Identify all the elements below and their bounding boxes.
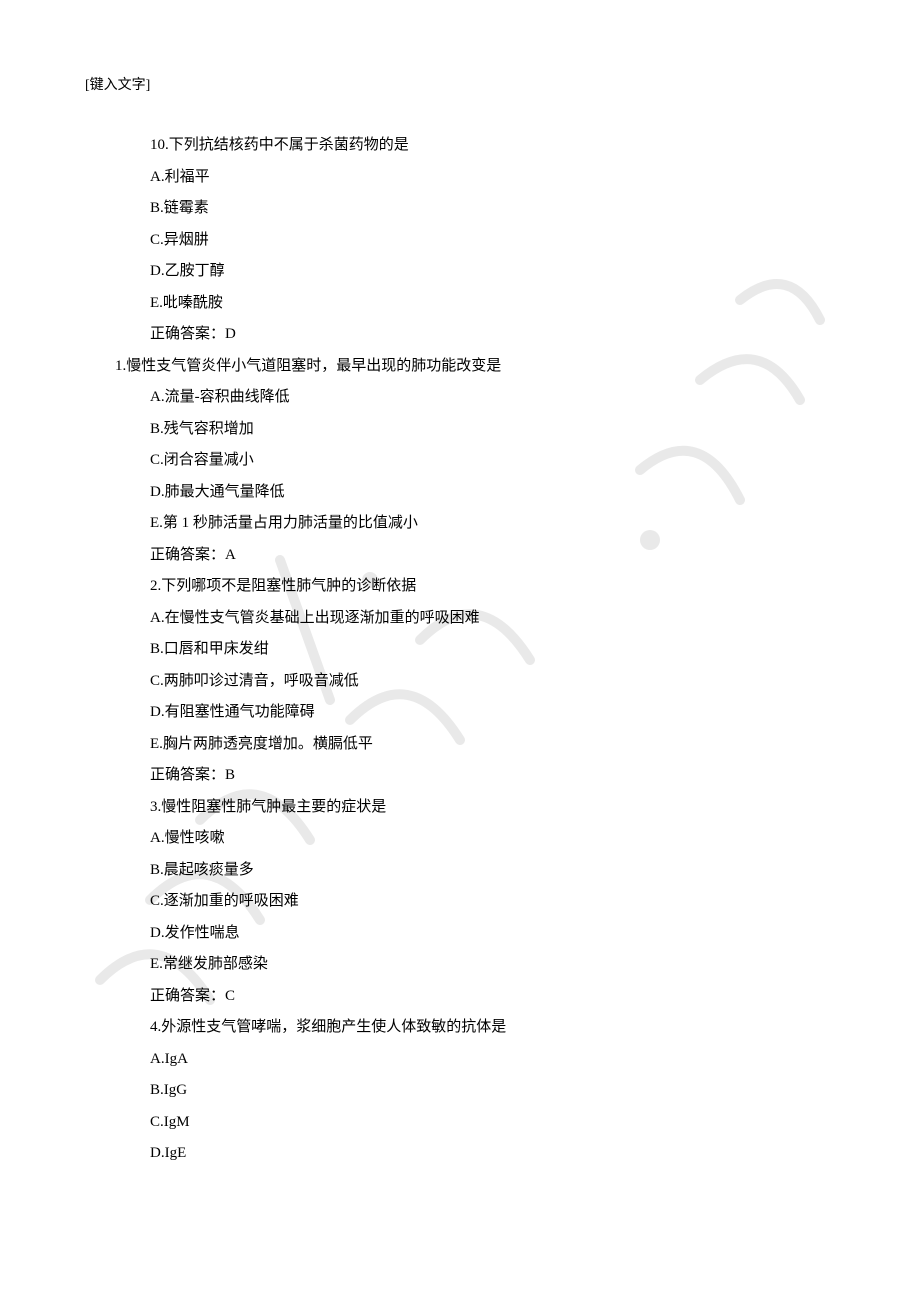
text-line: E.胸片两肺透亮度增加。横膈低平	[150, 729, 835, 761]
text-line: D.发作性喘息	[150, 918, 835, 950]
text-line: E.第 1 秒肺活量占用力肺活量的比值减小	[150, 508, 835, 540]
text-line: B.链霉素	[150, 193, 835, 225]
text-line: 2.下列哪项不是阻塞性肺气肿的诊断依据	[150, 571, 835, 603]
text-line: C.逐渐加重的呼吸困难	[150, 886, 835, 918]
header-placeholder-text: [键入文字]	[85, 74, 150, 94]
text-line: D.乙胺丁醇	[150, 256, 835, 288]
text-line: 1.慢性支气管炎伴小气道阻塞时，最早出现的肺功能改变是	[115, 351, 835, 383]
text-line: C.闭合容量减小	[150, 445, 835, 477]
text-line: B.晨起咳痰量多	[150, 855, 835, 887]
text-line: B.IgG	[150, 1075, 835, 1107]
text-line: 正确答案：D	[150, 319, 835, 351]
text-line: 4.外源性支气管哮喘，浆细胞产生使人体致敏的抗体是	[150, 1012, 835, 1044]
text-line: C.两肺叩诊过清音，呼吸音减低	[150, 666, 835, 698]
text-line: 正确答案：A	[150, 540, 835, 572]
text-line: E.常继发肺部感染	[150, 949, 835, 981]
text-line: D.IgE	[150, 1138, 835, 1170]
text-line: B.残气容积增加	[150, 414, 835, 446]
text-line: C.IgM	[150, 1107, 835, 1139]
text-line: D.有阻塞性通气功能障碍	[150, 697, 835, 729]
text-line: E.吡嗪酰胺	[150, 288, 835, 320]
text-line: A.流量-容积曲线降低	[150, 382, 835, 414]
document-body: 10.下列抗结核药中不属于杀菌药物的是A.利福平B.链霉素C.异烟肼D.乙胺丁醇…	[150, 130, 835, 1170]
text-line: B.口唇和甲床发绀	[150, 634, 835, 666]
text-line: A.利福平	[150, 162, 835, 194]
text-line: C.异烟肼	[150, 225, 835, 257]
text-line: D.肺最大通气量降低	[150, 477, 835, 509]
text-line: A.在慢性支气管炎基础上出现逐渐加重的呼吸困难	[150, 603, 835, 635]
text-line: A.IgA	[150, 1044, 835, 1076]
text-line: 10.下列抗结核药中不属于杀菌药物的是	[150, 130, 835, 162]
text-line: 正确答案：C	[150, 981, 835, 1013]
text-line: A.慢性咳嗽	[150, 823, 835, 855]
text-line: 正确答案：B	[150, 760, 835, 792]
text-line: 3.慢性阻塞性肺气肿最主要的症状是	[150, 792, 835, 824]
